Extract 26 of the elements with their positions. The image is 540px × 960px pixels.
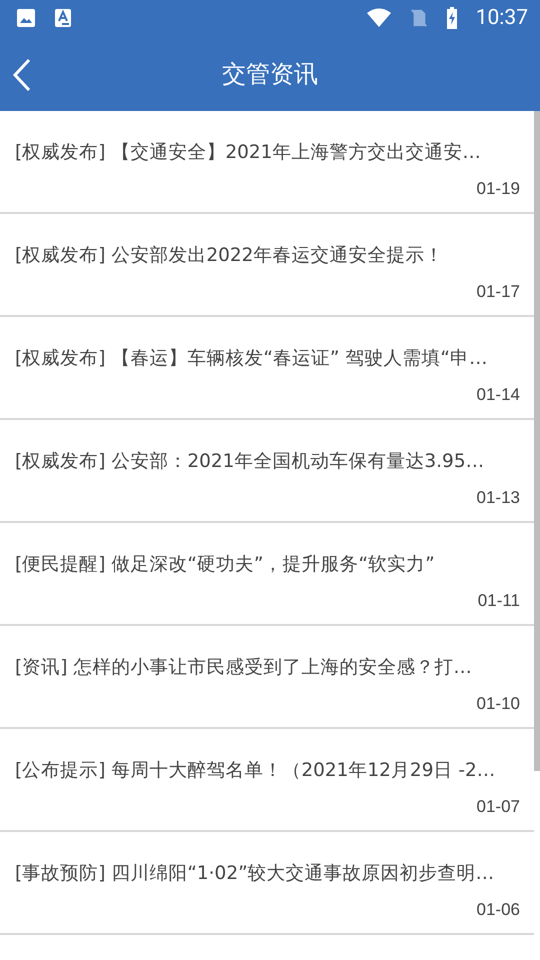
news-date: 01-14	[476, 385, 520, 405]
news-title: [便民提醒] 做足深改“硬功夫”，提升服务“软实力”	[15, 553, 435, 577]
news-date: 01-06	[476, 900, 520, 920]
news-title: [权威发布] 公安部发出2022年春运交通安全提示！	[15, 244, 444, 268]
news-date: 01-10	[476, 694, 520, 714]
news-title: [权威发布] 公安部：2021年全国机动车保有量达3.95…	[15, 450, 484, 474]
scrollbar[interactable]	[534, 111, 540, 771]
news-item[interactable]: [公布提示] 每周十大醉驾名单！（2021年12月29日 -2… 01-07	[0, 729, 534, 832]
battery-charging-icon	[446, 7, 458, 29]
page-title: 交管资讯	[222, 58, 318, 90]
back-icon	[12, 58, 32, 92]
news-title: [权威发布] 【春运】车辆核发“春运证” 驾驶人需填“申…	[15, 347, 488, 371]
font-icon	[54, 8, 72, 28]
news-date: 01-07	[476, 797, 520, 817]
news-title: [资讯] 怎样的小事让市民感受到了上海的安全感？打…	[15, 656, 472, 680]
news-item[interactable]: [事故预防] 四川绵阳“1·02”较大交通事故原因初步查明… 01-06	[0, 832, 534, 935]
news-title: [权威发布] 【交通安全】2021年上海警方交出交通安…	[15, 141, 481, 165]
wifi-icon	[366, 8, 392, 28]
news-date: 01-17	[476, 282, 520, 302]
news-date: 01-19	[476, 179, 520, 199]
status-time: 10:37	[476, 6, 528, 30]
news-date: 01-13	[476, 488, 520, 508]
news-title: [事故预防] 四川绵阳“1·02”较大交通事故原因初步查明…	[15, 862, 494, 886]
image-icon	[16, 8, 36, 28]
news-title: [公布提示] 每周十大醉驾名单！（2021年12月29日 -2…	[15, 759, 496, 783]
news-date: 01-11	[478, 591, 520, 611]
